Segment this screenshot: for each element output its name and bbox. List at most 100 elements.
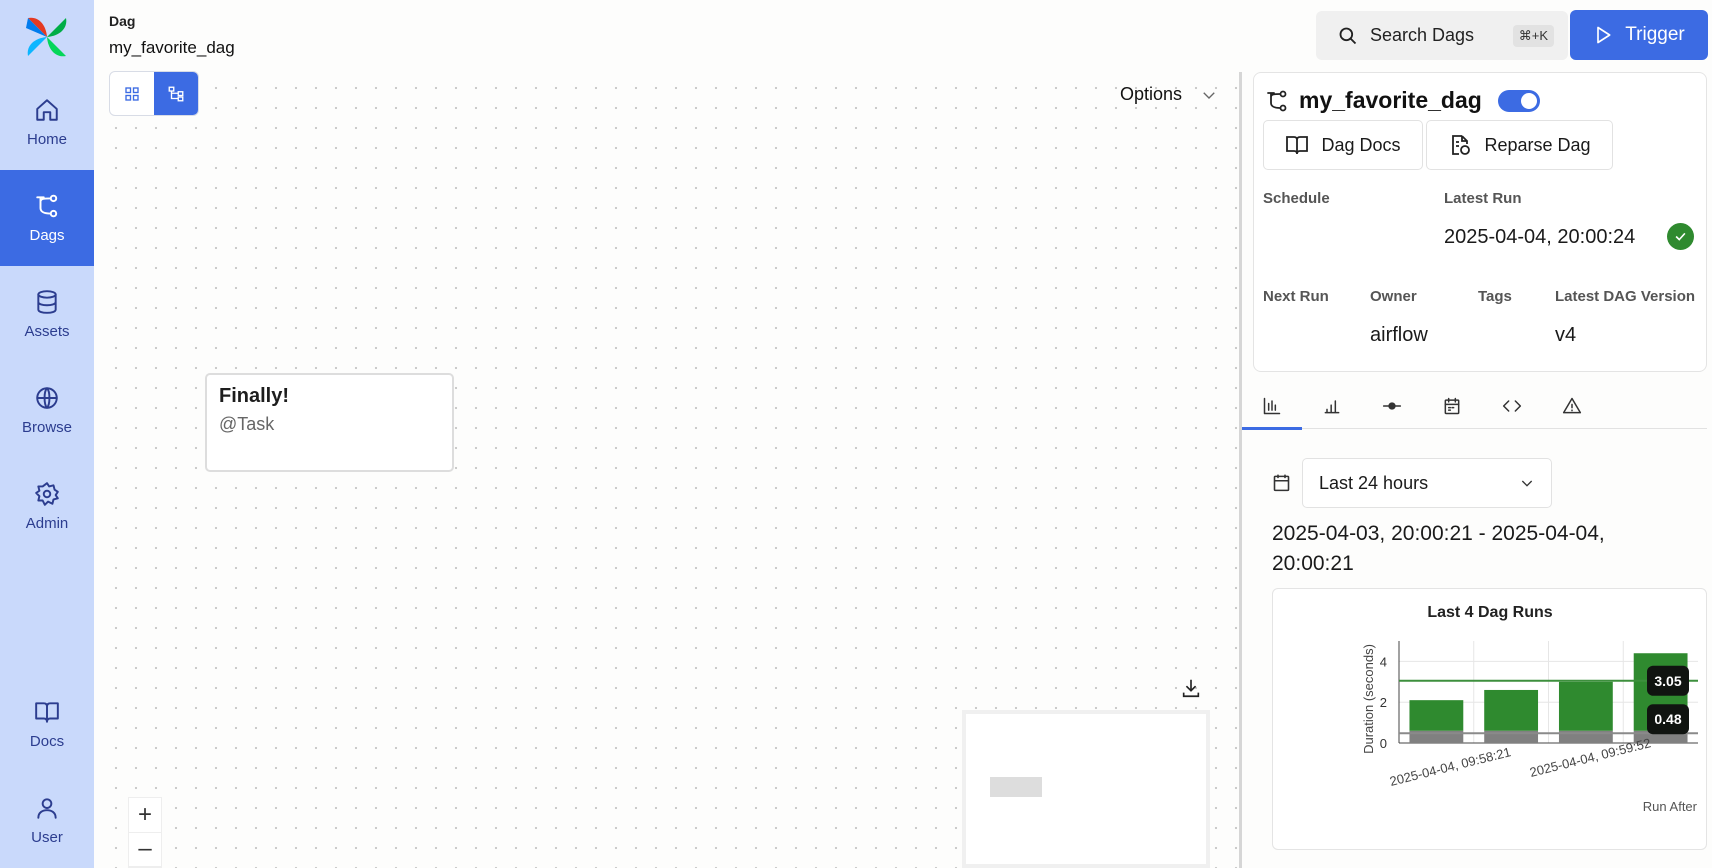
file-refresh-icon [1452, 135, 1471, 155]
x-tick-label: 2025-04-04, 09:58:21 [1388, 744, 1512, 789]
chevron-down-icon [1521, 480, 1533, 487]
sidebar-item-label: Assets [24, 322, 70, 340]
view-toggle [109, 71, 199, 116]
sidebar-item-label: Dags [29, 226, 65, 244]
sidebar-item-label: Browse [21, 418, 73, 436]
owner-value: airflow [1370, 324, 1428, 346]
search-shortcut: ⌘+K [1512, 24, 1554, 47]
app: Home Dags Assets Browse Admin Docs User … [0, 0, 1712, 868]
globe-icon [36, 386, 58, 409]
tags-label: Tags [1478, 288, 1512, 305]
overview-icon [1263, 397, 1281, 415]
chart-title: Last 4 Dag Runs [1427, 604, 1552, 621]
graph-icon [168, 86, 184, 101]
zoom-out-button[interactable]: – [129, 833, 161, 867]
bar-chart-icon [1324, 400, 1340, 414]
dag-docs-label: Dag Docs [1321, 134, 1401, 155]
airflow-logo[interactable] [0, 0, 94, 74]
time-range-select[interactable]: Last 24 hours [1302, 458, 1552, 508]
zoom-in-button[interactable]: + [129, 798, 161, 833]
sidebar-item-user[interactable]: User [0, 772, 94, 868]
breadcrumb-label: Dag [109, 13, 136, 29]
calendar-icon [1444, 397, 1460, 415]
reference-label: 0.48 [1654, 711, 1681, 727]
bar-run-2 [1484, 689, 1539, 731]
task-node[interactable]: Finally! @Task [205, 373, 454, 472]
chevron-down-icon [1203, 91, 1215, 99]
warning-icon [1562, 397, 1582, 414]
options-label: Options [1120, 84, 1183, 104]
sidebar-item-label: Admin [25, 514, 69, 532]
success-status-icon [1667, 223, 1694, 250]
tab-code[interactable] [1482, 383, 1542, 429]
dag-id: my_favorite_dag [1299, 87, 1482, 113]
reference-label: 3.05 [1654, 673, 1681, 689]
home-icon [36, 98, 58, 121]
reparse-label: Reparse Dag [1484, 134, 1591, 155]
dags-icon [36, 194, 58, 217]
sidebar-item-label: Docs [29, 732, 65, 750]
reparse-dag-button[interactable]: Reparse Dag [1426, 120, 1613, 170]
latest-run-label: Latest Run [1444, 190, 1522, 207]
y-axis-label: Duration (seconds) [1361, 644, 1376, 754]
sidebar-item-home[interactable]: Home [0, 74, 94, 170]
sidebar-item-browse[interactable]: Browse [0, 362, 94, 458]
download-image-button[interactable] [1180, 677, 1202, 704]
grid-icon [125, 86, 139, 101]
tab-warnings[interactable] [1542, 383, 1602, 429]
search-dags-button[interactable]: Search Dags ⌘+K [1316, 11, 1568, 60]
book-icon [1286, 136, 1309, 155]
details-tabs [1242, 383, 1707, 430]
y-tick-label: 2 [1380, 695, 1387, 710]
check-icon [1675, 232, 1686, 241]
grid-view-button[interactable] [110, 72, 154, 115]
tab-calendar[interactable] [1422, 383, 1482, 429]
book-icon [35, 701, 59, 723]
calendar-icon [1271, 472, 1292, 498]
dag-version-value: v4 [1555, 324, 1577, 346]
sidebar-item-label: User [31, 828, 63, 846]
sidebar-item-label: Home [26, 130, 67, 148]
y-tick-label: 0 [1380, 736, 1387, 751]
pause-toggle[interactable] [1497, 89, 1540, 112]
minimap[interactable] [962, 710, 1210, 868]
commit-icon [1382, 402, 1402, 410]
bar-run-1 [1409, 700, 1464, 731]
tab-tasks[interactable] [1362, 383, 1422, 429]
database-icon [37, 289, 57, 314]
sidebar-item-dags[interactable]: Dags [0, 170, 94, 266]
minimap-node [990, 777, 1042, 797]
time-range-value: Last 24 hours [1319, 472, 1429, 493]
search-label: Search Dags [1370, 25, 1475, 45]
options-dropdown[interactable]: Options [1120, 84, 1218, 105]
airflow-logo-icon [26, 17, 67, 57]
download-icon [1182, 679, 1200, 698]
dag-version-label: Latest DAG Version [1555, 288, 1696, 305]
x-axis-label: Run After [1643, 799, 1698, 814]
sidebar: Home Dags Assets Browse Admin Docs User [0, 0, 94, 868]
dag-title: my_favorite_dag [1265, 87, 1540, 114]
y-tick-label: 4 [1380, 654, 1387, 669]
tab-overview[interactable] [1242, 383, 1302, 430]
search-icon [1339, 27, 1357, 44]
zoom-controls: + – [128, 797, 162, 868]
task-type: @Task [219, 414, 275, 434]
sidebar-item-assets[interactable]: Assets [0, 266, 94, 362]
sidebar-item-docs[interactable]: Docs [0, 676, 94, 772]
schedule-label: Schedule [1263, 190, 1330, 207]
next-run-label: Next Run [1263, 288, 1329, 305]
owner-label: Owner [1370, 288, 1417, 305]
dag-runs-chart: Last 4 Dag Runs 0 2 4 3.05 0.48 Duration (seco… [1272, 588, 1707, 850]
dags-icon [1267, 90, 1287, 111]
sidebar-item-admin[interactable]: Admin [0, 458, 94, 554]
panel-resize-handle[interactable] [1239, 72, 1242, 868]
bar-run-3 [1558, 681, 1613, 731]
graph-view-button[interactable] [154, 72, 198, 115]
latest-run-link[interactable]: 2025-04-04, 20:00:24 [1444, 226, 1635, 249]
trigger-button[interactable]: Trigger [1570, 10, 1708, 60]
time-range-text: 2025-04-03, 20:00:21 - 2025-04-04, 20:00… [1272, 522, 1605, 575]
tab-runs[interactable] [1302, 383, 1362, 429]
dag-docs-button[interactable]: Dag Docs [1263, 120, 1423, 170]
dag-details-card [1253, 72, 1707, 372]
